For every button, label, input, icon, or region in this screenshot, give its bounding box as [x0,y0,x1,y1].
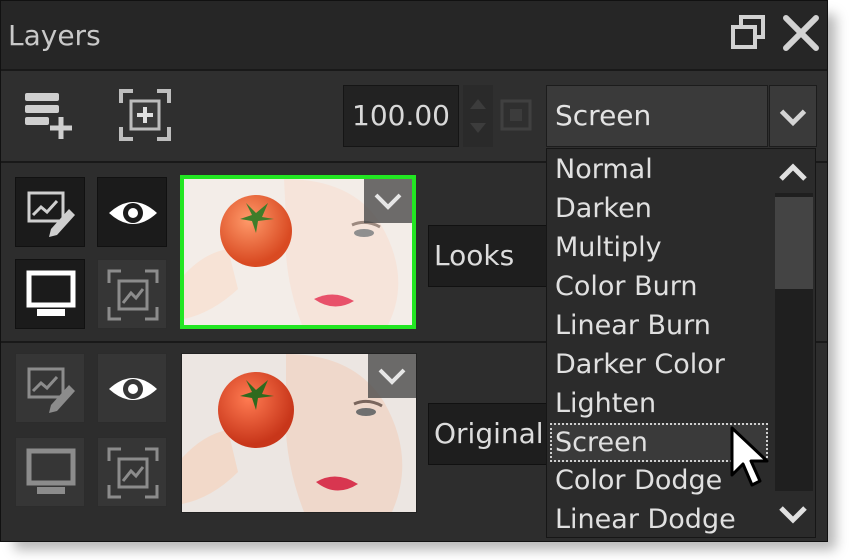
layer-thumbnail[interactable] [180,175,416,329]
layer-mask-button[interactable] [97,259,167,329]
blend-option-multiply[interactable]: Multiply [550,229,768,268]
blend-option-darken[interactable]: Darken [550,190,768,229]
layer-name-field[interactable]: Original [428,403,548,465]
layer-thumbnail[interactable] [181,353,417,513]
layer-mask-icon [107,269,159,321]
thumbnail-chevron-icon[interactable] [364,179,412,223]
title-bar: Layers [1,1,827,69]
blend-option-linear-dodge[interactable]: Linear Dodge [550,501,768,537]
layer-mask-icon [107,447,159,499]
edit-layer-icon [27,191,75,237]
blend-mode-dropdown: Normal Darken Multiply Color Burn Linear… [546,148,816,538]
opacity-reset-icon[interactable] [498,97,534,133]
edit-layer-button[interactable] [15,177,85,247]
eye-icon [109,202,157,224]
monitor-icon [26,270,76,316]
layer-display-button[interactable] [15,437,85,507]
add-layer-icon[interactable] [19,87,75,143]
edit-layer-icon [27,367,75,413]
blend-option-normal[interactable]: Normal [550,151,768,190]
edit-layer-button[interactable] [15,353,85,423]
dropdown-scrollbar-thumb[interactable] [775,197,813,289]
blend-option-darker-color[interactable]: Darker Color [550,346,768,385]
close-icon[interactable] [779,11,823,55]
eye-icon [109,378,157,400]
panel-title: Layers [8,19,101,52]
layer-name-field[interactable]: Looks [428,225,548,287]
opacity-input[interactable]: 100.00 [343,85,459,147]
visibility-toggle[interactable] [97,177,167,247]
monitor-icon [26,448,76,494]
opacity-spinner[interactable] [463,85,493,147]
duplicate-layer-icon[interactable] [117,87,173,143]
visibility-toggle[interactable] [97,353,167,423]
scroll-up-icon[interactable] [773,153,813,193]
blend-mode-select[interactable]: Screen [546,85,768,147]
mouse-cursor-icon [730,426,769,487]
restore-window-icon[interactable] [727,11,771,55]
chevron-down-icon[interactable] [769,85,817,147]
layers-panel: Layers 100.00 Screen Looks Original Norm… [0,0,828,542]
blend-option-linear-burn[interactable]: Linear Burn [550,307,768,346]
blend-option-color-burn[interactable]: Color Burn [550,268,768,307]
layer-mask-button[interactable] [97,437,167,507]
blend-option-lighten[interactable]: Lighten [550,385,768,424]
thumbnail-chevron-icon[interactable] [368,354,416,398]
layer-display-button[interactable] [15,259,85,329]
scroll-down-icon[interactable] [773,494,813,534]
